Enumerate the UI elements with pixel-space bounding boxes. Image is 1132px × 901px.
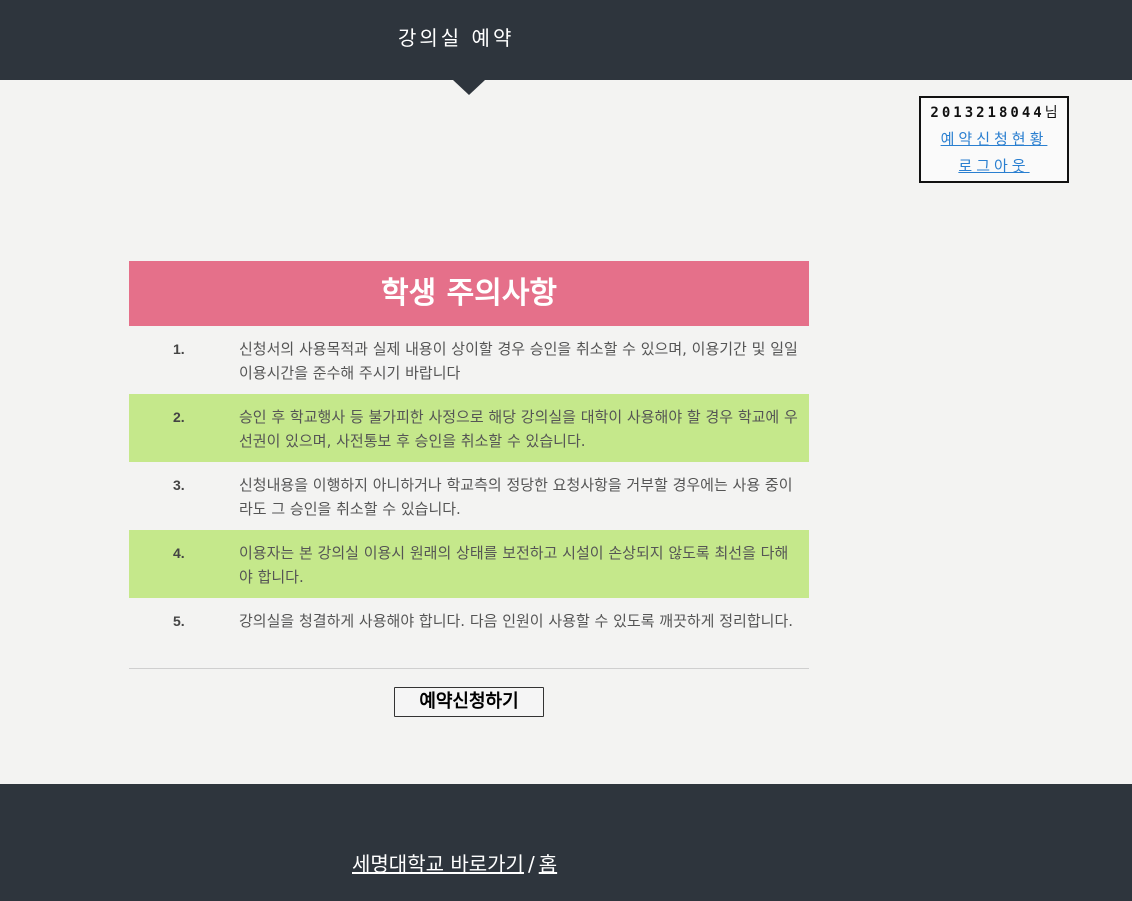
notice-item-text: 신청내용을 이행하지 아니하거나 학교측의 정당한 요청사항을 거부할 경우에는… [239,476,793,518]
notice-item: 4. 이용자는 본 강의실 이용시 원래의 상태를 보전하고 시설이 손상되지 … [129,530,809,598]
header-pointer [453,80,485,95]
notice-item-number: 4. [173,545,185,561]
user-id: 2013218044 [930,105,1045,121]
header-bar: 강의실 예약 [0,0,1132,80]
notice-item-text: 신청서의 사용목적과 실제 내용이 상이할 경우 승인을 취소할 수 있으며, … [239,340,798,382]
notice-item-text: 승인 후 학교행사 등 불가피한 사정으로 해당 강의실을 대학이 사용해야 할… [239,408,798,450]
notice-item-number: 2. [173,409,185,425]
footer-separator: / [527,852,535,876]
notice-item: 1. 신청서의 사용목적과 실제 내용이 상이할 경우 승인을 취소할 수 있으… [129,326,809,394]
notice-item-text: 강의실을 청결하게 사용해야 합니다. 다음 인원이 사용할 수 있도록 깨끗하… [239,612,794,630]
apply-reservation-button[interactable]: 예약신청하기 [394,687,544,717]
home-link[interactable]: 홈 [539,852,557,876]
notice-title: 학생 주의사항 [129,261,809,326]
page-title: 강의실 예약 [398,26,515,50]
user-suffix: 님 [1044,105,1058,121]
logout-link[interactable]: 로그아웃 [921,155,1067,176]
notice-item: 2. 승인 후 학교행사 등 불가피한 사정으로 해당 강의실을 대학이 사용해… [129,394,809,462]
university-link[interactable]: 세명대학교 바로가기 [352,852,524,876]
notice-item-number: 1. [173,341,185,357]
notice-item: 5. 강의실을 청결하게 사용해야 합니다. 다음 인원이 사용할 수 있도록 … [129,598,809,666]
footer-bar [0,784,1132,901]
notice-item-number: 3. [173,477,185,493]
user-panel: 2013218044님 예약신청현황 로그아웃 [919,96,1069,183]
notice-item-text: 이용자는 본 강의실 이용시 원래의 상태를 보전하고 시설이 손상되지 않도록… [239,544,789,586]
notice-divider [129,668,809,669]
notice-item: 3. 신청내용을 이행하지 아니하거나 학교측의 정당한 요청사항을 거부할 경… [129,462,809,530]
user-id-line: 2013218044님 [921,102,1067,122]
student-notice: 학생 주의사항 1. 신청서의 사용목적과 실제 내용이 상이할 경우 승인을 … [129,261,809,669]
footer-links: 세명대학교 바로가기 / 홈 [352,848,557,877]
notice-item-number: 5. [173,613,185,629]
reservation-status-link[interactable]: 예약신청현황 [921,128,1067,149]
